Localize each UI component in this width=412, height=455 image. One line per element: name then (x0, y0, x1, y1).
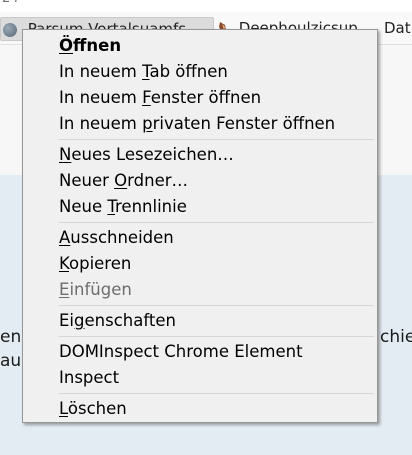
bookmark-label: Dat. (384, 19, 412, 37)
page-text-fragment: en (0, 327, 22, 347)
menu-item-copy[interactable]: Kopieren (26, 251, 374, 277)
menu-item-cut[interactable]: Ausschneiden (26, 225, 374, 251)
menu-item-paste: Einfügen (59, 280, 132, 299)
menu-item-inspect[interactable]: Inspect (26, 365, 374, 391)
menu-item-open-private-window[interactable]: In neuem privaten Fenster öffnen (26, 111, 374, 137)
page-text-fragment: au (0, 351, 22, 371)
menu-separator (59, 305, 374, 306)
bookmark-context-menu: Öffnen In neuem Tab öffnen In neuem Fens… (22, 29, 378, 423)
menu-item-delete[interactable]: Löschen (26, 396, 374, 422)
menu-item-dominspect[interactable]: DOMInspect Chrome Element (26, 339, 374, 365)
menu-separator (59, 393, 374, 394)
menu-separator (59, 139, 374, 140)
page-text-fragment: chie (380, 327, 412, 347)
menu-item-new-separator[interactable]: Neue Trennlinie (26, 194, 374, 220)
menu-item-open[interactable]: Öffnen (26, 33, 374, 59)
menu-separator (59, 336, 374, 337)
menu-item-new-folder[interactable]: Neuer Ordner… (26, 168, 374, 194)
globe-icon (3, 22, 17, 37)
menu-item-new-bookmark[interactable]: Neues Lesezeichen… (26, 142, 374, 168)
top-text-fragment: 24 (2, 0, 19, 6)
menu-separator (59, 222, 374, 223)
menu-item-open-new-window[interactable]: In neuem Fenster öffnen (26, 85, 374, 111)
bookmark-item[interactable]: Dat. (384, 17, 412, 39)
menu-item-open-new-tab[interactable]: In neuem Tab öffnen (26, 59, 374, 85)
menu-item-properties[interactable]: Eigenschaften (26, 308, 374, 334)
window-top-strip: 24 (0, 0, 412, 12)
